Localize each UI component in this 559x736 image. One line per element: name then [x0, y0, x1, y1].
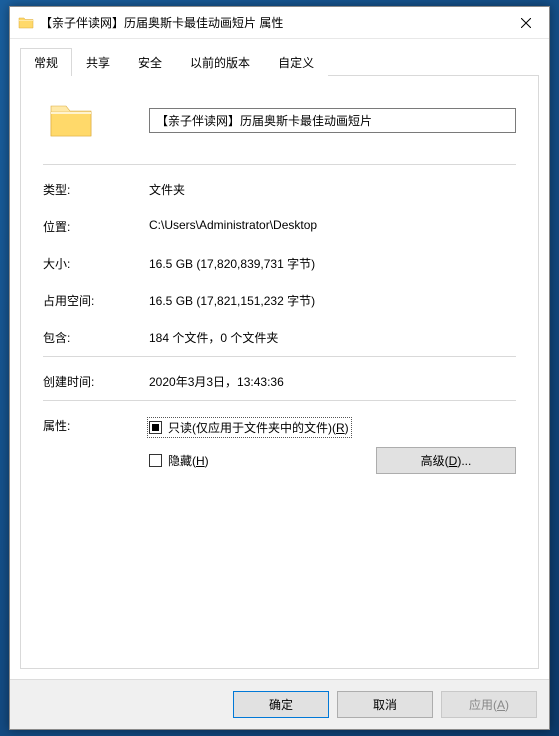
- tab-panel-general: 类型: 文件夹 位置: C:\Users\Administrator\Deskt…: [20, 75, 539, 669]
- separator: [43, 356, 516, 357]
- folder-icon: [18, 15, 34, 31]
- tab-general[interactable]: 常规: [20, 48, 72, 76]
- value-size-on-disk: 16.5 GB (17,821,151,232 字节): [149, 290, 516, 309]
- tab-customize[interactable]: 自定义: [264, 48, 328, 76]
- apply-button[interactable]: 应用(A): [441, 691, 537, 718]
- label-type: 类型:: [43, 179, 149, 198]
- advanced-button[interactable]: 高级(D)...: [376, 447, 516, 474]
- info-section-2: 创建时间: 2020年3月3日，13:43:36: [43, 371, 516, 390]
- close-button[interactable]: [503, 7, 549, 38]
- value-created: 2020年3月3日，13:43:36: [149, 371, 516, 390]
- window-title: 【亲子伴读网】历届奥斯卡最佳动画短片 属性: [40, 14, 503, 31]
- label-size: 大小:: [43, 253, 149, 272]
- tab-security[interactable]: 安全: [124, 48, 176, 76]
- hidden-label: 隐藏(H): [168, 452, 209, 469]
- readonly-checkbox[interactable]: [149, 421, 162, 434]
- info-section-1: 类型: 文件夹 位置: C:\Users\Administrator\Deskt…: [43, 179, 516, 346]
- label-attributes: 属性:: [43, 415, 149, 434]
- label-contains: 包含:: [43, 327, 149, 346]
- hidden-checkbox[interactable]: [149, 454, 162, 467]
- properties-dialog: 【亲子伴读网】历届奥斯卡最佳动画短片 属性 常规 共享 安全 以前的版本 自定义: [9, 6, 550, 730]
- name-row: [43, 96, 516, 144]
- folder-large-icon: [47, 96, 95, 144]
- ok-button[interactable]: 确定: [233, 691, 329, 718]
- value-contains: 184 个文件，0 个文件夹: [149, 327, 516, 346]
- label-created: 创建时间:: [43, 371, 149, 390]
- readonly-label: 只读(仅应用于文件夹中的文件)(R): [168, 419, 349, 436]
- separator: [43, 164, 516, 165]
- value-size: 16.5 GB (17,820,839,731 字节): [149, 253, 516, 272]
- separator: [43, 400, 516, 401]
- value-type: 文件夹: [149, 179, 516, 198]
- cancel-button[interactable]: 取消: [337, 691, 433, 718]
- tab-strip: 常规 共享 安全 以前的版本 自定义: [20, 47, 539, 75]
- dialog-footer: 确定 取消 应用(A): [10, 679, 549, 729]
- tab-sharing[interactable]: 共享: [72, 48, 124, 76]
- dialog-body: 常规 共享 安全 以前的版本 自定义 类型:: [10, 39, 549, 679]
- readonly-checkbox-row[interactable]: 只读(仅应用于文件夹中的文件)(R): [147, 417, 352, 438]
- value-location: C:\Users\Administrator\Desktop: [149, 216, 516, 232]
- folder-name-input[interactable]: [149, 108, 516, 133]
- label-location: 位置:: [43, 216, 149, 235]
- titlebar: 【亲子伴读网】历届奥斯卡最佳动画短片 属性: [10, 7, 549, 39]
- tab-previous-versions[interactable]: 以前的版本: [176, 48, 264, 76]
- label-size-on-disk: 占用空间:: [43, 290, 149, 309]
